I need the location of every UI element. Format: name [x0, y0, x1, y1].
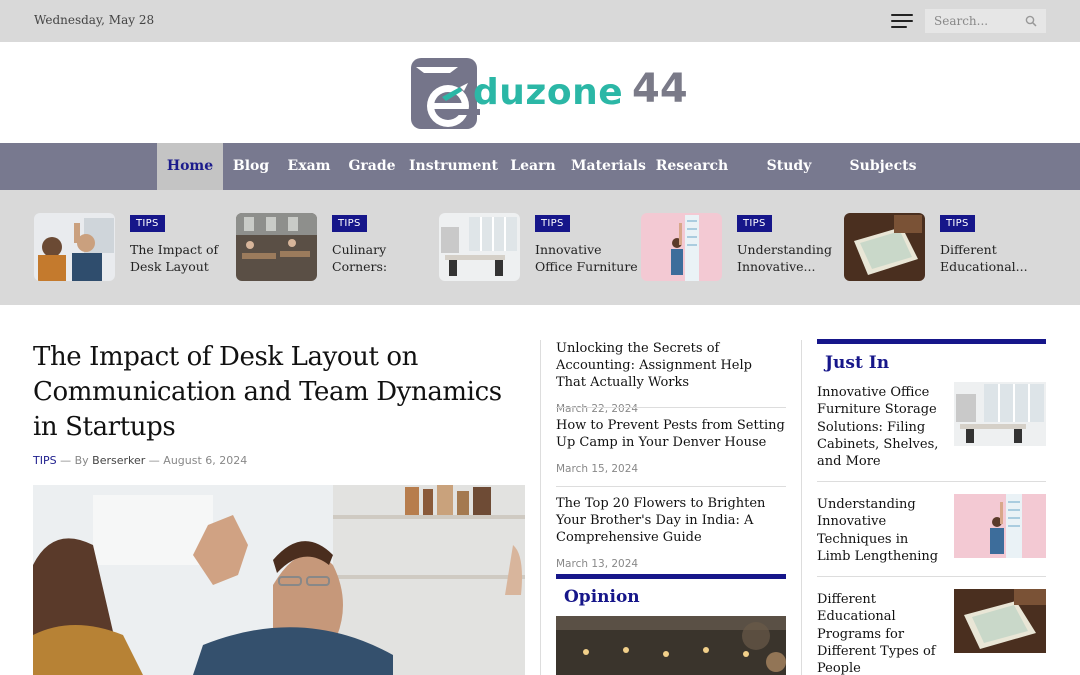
divider	[817, 481, 1046, 482]
divider	[556, 407, 786, 408]
current-date: Wednesday, May 28	[34, 13, 155, 27]
by-label: — By	[60, 454, 89, 467]
post-title[interactable]: Innovative Office Furniture Storage Solu…	[817, 384, 941, 470]
post-title[interactable]: The Top 20 Flowers to Brighten Your Brot…	[556, 495, 786, 546]
category-badge[interactable]: TIPS	[332, 215, 367, 232]
featured-thumb-cafe	[236, 213, 317, 281]
opinion-image[interactable]	[556, 616, 786, 675]
post-thumb-office[interactable]	[954, 382, 1046, 446]
opinion-section-bar	[556, 574, 786, 579]
featured-card[interactable]: TIPS Innovative Office Furniture Storag.…	[439, 213, 639, 283]
featured-thumb-high-five	[34, 213, 115, 281]
just-in-heading[interactable]: Just In	[825, 353, 889, 373]
featured-card[interactable]: TIPS Different Educational...	[844, 213, 1044, 283]
featured-thumb-office	[439, 213, 520, 281]
featured-strip: TIPS The Impact of Desk Layout on... TIP…	[0, 190, 1080, 305]
list-item[interactable]: Understanding Innovative Techniques in L…	[817, 494, 1046, 576]
logo-number: 44	[632, 66, 688, 112]
post-title[interactable]: Understanding Innovative Techniques in L…	[817, 496, 941, 565]
nav-research[interactable]: Research	[655, 143, 729, 190]
list-item[interactable]: How to Prevent Pests from Setting Up Cam…	[556, 417, 786, 475]
featured-card[interactable]: TIPS Culinary Corners: Apartments in...	[236, 213, 436, 283]
featured-title[interactable]: Understanding Innovative...	[737, 241, 841, 277]
main-article-title[interactable]: The Impact of Desk Layout on Communicati…	[33, 340, 523, 445]
divider	[817, 576, 1046, 577]
featured-thumb-tablet	[844, 213, 925, 281]
search-icon[interactable]	[1025, 15, 1037, 27]
column-divider	[801, 340, 802, 675]
featured-title[interactable]: Different Educational...	[940, 241, 1044, 277]
nav-materials[interactable]: Materials	[571, 143, 646, 190]
site-logo[interactable]: duzone 44	[408, 56, 688, 132]
post-date: March 15, 2024	[556, 463, 639, 475]
article-author[interactable]: Berserker	[92, 454, 145, 467]
article-category[interactable]: TIPS	[33, 454, 57, 467]
category-badge[interactable]: TIPS	[737, 215, 772, 232]
nav-home[interactable]: Home	[157, 143, 223, 190]
list-item[interactable]: Different Educational Programs for Diffe…	[817, 589, 1046, 675]
nav-instrument[interactable]: Instrument	[409, 143, 498, 190]
logo-e-icon	[411, 58, 480, 129]
post-thumb-height-chart[interactable]	[954, 494, 1046, 558]
article-meta: TIPS — By Berserker — August 6, 2024	[33, 454, 247, 467]
hero-image[interactable]	[33, 485, 525, 675]
logo-wordmark: duzone	[473, 72, 624, 113]
category-badge[interactable]: TIPS	[940, 215, 975, 232]
nav-learn[interactable]: Learn	[506, 143, 560, 190]
divider	[556, 486, 786, 487]
category-badge[interactable]: TIPS	[130, 215, 165, 232]
list-item[interactable]: Unlocking the Secrets of Accounting: Ass…	[556, 340, 786, 415]
post-date: March 13, 2024	[556, 558, 639, 570]
list-item[interactable]: Innovative Office Furniture Storage Solu…	[817, 382, 1046, 474]
menu-icon[interactable]	[891, 13, 913, 29]
featured-title[interactable]: Culinary Corners: Apartments in...	[332, 241, 436, 277]
category-badge[interactable]: TIPS	[535, 215, 570, 232]
post-thumb-tablet[interactable]	[954, 589, 1046, 653]
featured-title[interactable]: Innovative Office Furniture Storag...	[535, 241, 639, 277]
list-item[interactable]: The Top 20 Flowers to Brighten Your Brot…	[556, 495, 786, 570]
top-bar: Wednesday, May 28	[0, 0, 1080, 42]
featured-title[interactable]: The Impact of Desk Layout on...	[130, 241, 234, 277]
post-title[interactable]: How to Prevent Pests from Setting Up Cam…	[556, 417, 786, 451]
nav-blog[interactable]: Blog	[226, 143, 276, 190]
featured-card[interactable]: TIPS Understanding Innovative...	[641, 213, 841, 283]
main-navigation: Home Blog Exam Grade Instrument Learn Ma…	[0, 143, 1080, 221]
nav-grade[interactable]: Grade	[344, 143, 400, 190]
featured-card[interactable]: TIPS The Impact of Desk Layout on...	[34, 213, 234, 283]
column-divider	[540, 340, 541, 675]
opinion-heading[interactable]: Opinion	[564, 587, 640, 607]
post-date: March 22, 2024	[556, 403, 639, 415]
just-in-section-bar	[817, 339, 1046, 344]
post-title[interactable]: Unlocking the Secrets of Accounting: Ass…	[556, 340, 786, 391]
article-date: — August 6, 2024	[148, 454, 248, 467]
post-title[interactable]: Different Educational Programs for Diffe…	[817, 591, 941, 675]
nav-study-abroad[interactable]: Study Abroad	[739, 143, 839, 221]
nav-exam[interactable]: Exam	[282, 143, 336, 190]
featured-thumb-height-chart	[641, 213, 722, 281]
nav-subjects[interactable]: Subjects	[848, 143, 918, 190]
